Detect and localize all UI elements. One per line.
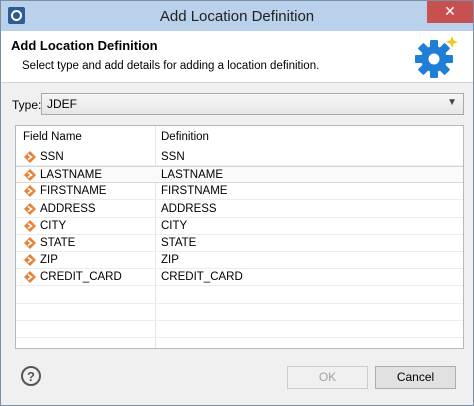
- field-name-cell: FIRSTNAME: [40, 185, 107, 198]
- chevron-down-icon[interactable]: ▼: [447, 97, 457, 108]
- dialog-window: Add Location Definition ✕ Add Location D…: [0, 0, 474, 406]
- empty-row: [16, 321, 463, 338]
- table-row[interactable]: ADDRESS ADDRESS: [16, 201, 463, 218]
- empty-row: [16, 287, 463, 304]
- cancel-button[interactable]: Cancel: [375, 366, 456, 389]
- definition-cell: ZIP: [161, 254, 179, 267]
- definition-cell: LASTNAME: [161, 169, 223, 182]
- empty-row: [16, 304, 463, 321]
- type-dropdown-value: JDEF: [47, 97, 77, 111]
- definition-cell: SSN: [161, 151, 185, 163]
- table-header: Field Name Definition: [16, 126, 463, 148]
- gear-icon: [415, 36, 458, 78]
- type-label: Type:: [12, 98, 42, 112]
- table-row[interactable]: LASTNAME LASTNAME: [16, 166, 463, 184]
- type-dropdown[interactable]: JDEF ▼: [41, 93, 464, 115]
- field-name-cell: STATE: [40, 237, 76, 249]
- field-name-cell: CITY: [40, 219, 67, 232]
- table-row[interactable]: CREDIT_CARD CREDIT_CARD: [16, 269, 463, 287]
- dialog-banner: Add Location Definition Select type and …: [1, 31, 473, 83]
- field-name-cell: ADDRESS: [40, 202, 96, 215]
- table-row[interactable]: ZIP ZIP: [16, 252, 463, 270]
- help-icon[interactable]: ?: [21, 366, 41, 386]
- field-name-cell: SSN: [40, 151, 64, 163]
- footer-divider: [1, 356, 473, 357]
- definition-cell: CITY: [161, 219, 188, 232]
- definition-cell: ADDRESS: [161, 202, 217, 215]
- ok-button[interactable]: OK: [287, 366, 368, 389]
- definition-cell: CREDIT_CARD: [161, 271, 243, 284]
- field-name-cell: LASTNAME: [40, 169, 102, 182]
- definition-cell: FIRSTNAME: [161, 185, 228, 198]
- field-icon: [24, 237, 36, 249]
- field-name-cell: CREDIT_CARD: [40, 271, 122, 284]
- close-button[interactable]: ✕: [427, 1, 473, 23]
- field-icon: [24, 202, 36, 215]
- field-icon: [24, 254, 36, 267]
- table-row[interactable]: STATE STATE: [16, 235, 463, 252]
- banner-title: Add Location Definition: [11, 38, 158, 53]
- table-row[interactable]: CITY CITY: [16, 218, 463, 235]
- title-bar[interactable]: Add Location Definition ✕: [1, 1, 473, 31]
- field-icon: [24, 185, 36, 198]
- field-icon: [24, 219, 36, 232]
- definition-cell: STATE: [161, 237, 197, 249]
- table-row[interactable]: SSN SSN: [16, 149, 463, 166]
- field-name-cell: ZIP: [40, 254, 58, 267]
- empty-row: [16, 338, 463, 348]
- field-icon: [24, 271, 36, 284]
- table-row[interactable]: FIRSTNAME FIRSTNAME: [16, 183, 463, 201]
- banner-description: Select type and add details for adding a…: [22, 60, 320, 72]
- field-icon: [24, 151, 36, 163]
- column-header-definition[interactable]: Definition: [161, 131, 209, 143]
- window-title: Add Location Definition: [159, 8, 315, 25]
- field-icon: [24, 169, 36, 182]
- field-table[interactable]: Field Name Definition SSN SSN LASTNAME LAST…: [15, 125, 464, 349]
- column-header-field-name[interactable]: Field Name: [23, 131, 82, 143]
